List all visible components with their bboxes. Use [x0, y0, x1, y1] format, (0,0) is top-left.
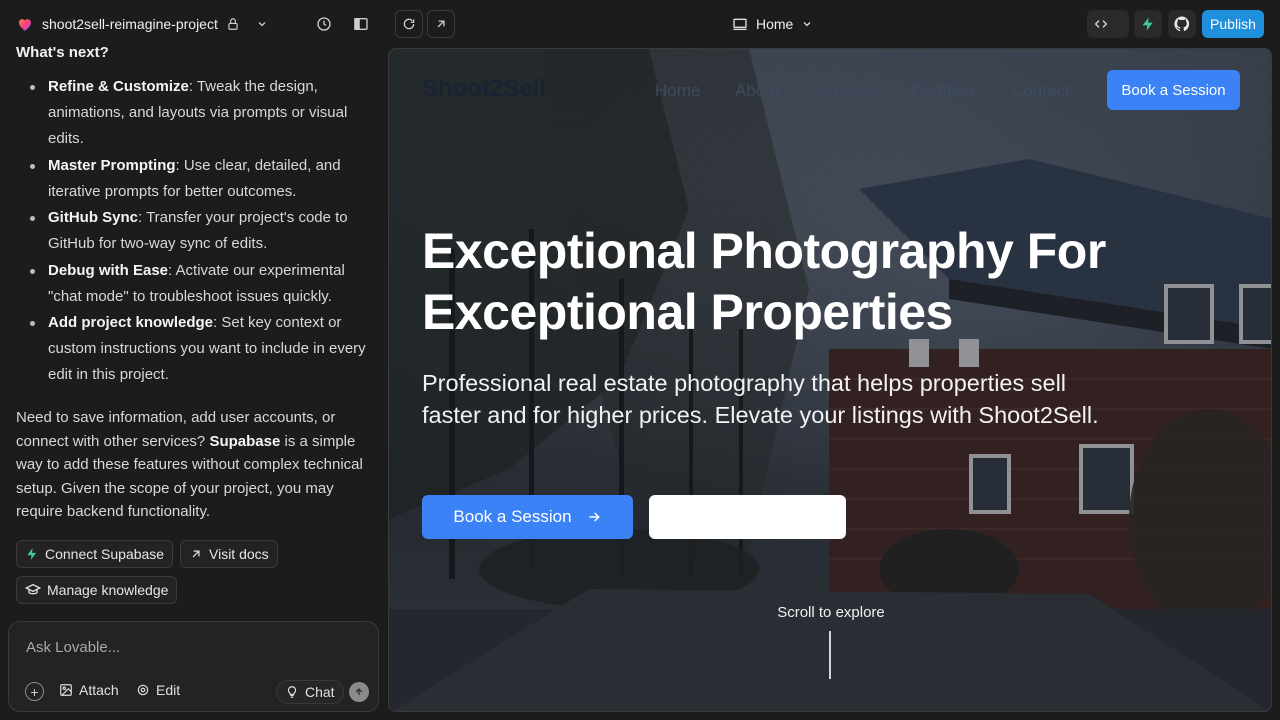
send-button[interactable] — [349, 682, 369, 702]
site-preview: Shoot2Sell Home About Services Portfolio… — [388, 48, 1272, 712]
arrow-up-icon — [355, 688, 363, 695]
arrow-up-right-icon — [192, 550, 200, 558]
refresh-button[interactable] — [395, 10, 423, 38]
bolt-icon — [1142, 17, 1153, 31]
target-icon — [137, 684, 149, 696]
edit-button[interactable]: Edit — [136, 682, 180, 698]
github-button[interactable] — [1168, 10, 1196, 38]
project-name: shoot2sell-reimagine-project — [42, 16, 218, 32]
history-icon[interactable] — [312, 12, 336, 36]
chat-input-box[interactable]: Ask Lovable... + Attach Edit Chat — [8, 621, 379, 712]
connect-supabase-label: Connect Supabase — [45, 546, 165, 562]
bullet-title: GitHub Sync — [48, 209, 139, 226]
manage-knowledge-button[interactable]: Manage knowledge — [16, 576, 178, 604]
visit-docs-label: Visit docs — [209, 546, 269, 562]
nav-link-services[interactable]: Services — [813, 81, 878, 101]
list-item: Debug with Ease: Activate our experiment… — [30, 258, 374, 310]
chat-input-placeholder[interactable]: Ask Lovable... — [26, 639, 120, 656]
chat-input-toolbar: + Attach Edit Chat — [9, 680, 378, 704]
supabase-message: Need to save information, add user accou… — [16, 406, 372, 524]
open-external-button[interactable] — [427, 10, 455, 38]
attach-label: Attach — [79, 682, 119, 698]
hero-subtitle: Professional real estate photography tha… — [422, 370, 1099, 428]
lock-icon — [228, 18, 238, 30]
graduation-cap-icon — [25, 583, 41, 595]
lovable-heart-icon — [19, 19, 31, 31]
hero-book-session-label: Book a Session — [453, 507, 572, 526]
hero-secondary-button[interactable] — [649, 495, 846, 539]
scroll-indicator-line — [829, 631, 831, 679]
chat-mode-button[interactable]: Chat — [276, 680, 344, 704]
list-item: GitHub Sync: Transfer your project's cod… — [30, 205, 374, 257]
code-icon — [1094, 20, 1108, 28]
nav-link-home[interactable]: Home — [655, 81, 700, 101]
nav-book-session-button[interactable]: Book a Session — [1107, 70, 1240, 110]
arrow-up-right-icon — [437, 20, 445, 28]
bolt-icon — [27, 548, 37, 560]
manage-knowledge-label: Manage knowledge — [47, 582, 169, 598]
code-view-button[interactable] — [1087, 10, 1129, 38]
scroll-hint: Scroll to explore — [777, 604, 885, 621]
site-logo[interactable]: Shoot2Sell — [422, 75, 546, 103]
refresh-icon — [403, 18, 415, 30]
chevron-down-icon — [803, 22, 811, 27]
add-button[interactable]: + — [25, 682, 44, 701]
project-menu[interactable]: shoot2sell-reimagine-project — [16, 12, 268, 36]
arrow-right-icon — [588, 512, 600, 522]
chat-mode-label: Chat — [305, 684, 335, 700]
list-item: Master Prompting: Use clear, detailed, a… — [30, 153, 374, 205]
page-selector[interactable]: Home — [732, 12, 813, 36]
chat-panel: What's next? Refine & Customize: Tweak t… — [0, 44, 388, 720]
publish-button[interactable]: Publish — [1202, 10, 1264, 38]
supabase-mention: Supabase — [209, 432, 281, 450]
hero-title: Exceptional Photography For Exceptional … — [422, 223, 1106, 340]
page-selector-label: Home — [756, 16, 794, 32]
hero-book-session-button[interactable]: Book a Session — [422, 495, 633, 539]
nav-link-portfolio[interactable]: Portfolio — [911, 81, 981, 101]
nav-link-contact[interactable]: Contact — [1011, 81, 1089, 101]
image-icon — [60, 684, 72, 696]
top-bar: shoot2sell-reimagine-project Home Publis… — [0, 0, 1280, 48]
lightbulb-icon — [287, 686, 297, 698]
bullet-title: Refine & Customize — [48, 78, 189, 95]
list-item: Add project knowledge: Set key context o… — [30, 310, 374, 388]
connect-supabase-button[interactable]: Connect Supabase — [16, 540, 174, 568]
github-icon — [1174, 16, 1190, 32]
visit-docs-button[interactable]: Visit docs — [180, 540, 278, 568]
sidebar-toggle-icon[interactable] — [349, 12, 373, 36]
nav-link-about[interactable]: About — [735, 81, 779, 101]
chat-heading: What's next? — [16, 44, 109, 61]
bullet-title: Debug with Ease — [48, 262, 169, 279]
list-item: Refine & Customize: Tweak the design, an… — [30, 74, 374, 152]
bullet-title: Master Prompting — [48, 157, 176, 174]
supabase-button[interactable] — [1134, 10, 1162, 38]
edit-label: Edit — [156, 682, 181, 698]
attach-button[interactable]: Attach — [59, 682, 119, 698]
monitor-icon — [733, 18, 747, 30]
chevron-down-icon — [258, 22, 266, 27]
bullet-title: Add project knowledge — [48, 314, 214, 331]
